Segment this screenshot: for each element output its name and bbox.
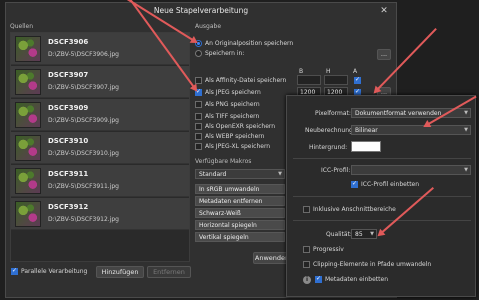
list-item[interactable]: DSCF3910 D:\ZBV-5\DSCF3910.jpg xyxy=(11,132,189,164)
background-label: Hintergrund: xyxy=(309,144,348,151)
icc-embed-checkbox[interactable] xyxy=(351,180,358,188)
radio-original-label: An Originalposition speichern xyxy=(205,40,294,47)
affinity-width-field[interactable] xyxy=(297,75,321,85)
list-item[interactable]: DSCF3907 D:\ZBV-5\DSCF3907.jpg xyxy=(11,66,189,98)
jpeg-settings-panel: Pixelformat: Dokumentformat verwenden ▼ … xyxy=(286,95,476,297)
resample-select[interactable]: Bilinear ▼ xyxy=(351,125,471,135)
format-label-png: Als PNG speichern xyxy=(205,101,260,108)
file-name: DSCF3912 xyxy=(48,203,89,211)
macro-item[interactable]: Vertikal spiegeln xyxy=(195,232,285,242)
thumbnail xyxy=(15,36,41,62)
browse-button[interactable]: ... xyxy=(377,49,391,60)
list-item[interactable]: DSCF3906 D:\ZBV-5\DSCF3906.jpg xyxy=(11,33,189,65)
file-path: D:\ZBV-5\DSCF3911.jpg xyxy=(48,183,119,190)
list-item[interactable]: DSCF3909 D:\ZBV-5\DSCF3909.jpg xyxy=(11,99,189,131)
file-name: DSCF3906 xyxy=(48,38,89,46)
clipping-label: Clipping-Elemente in Pfade umwandeln xyxy=(313,261,432,268)
pixel-format-label: Pixelformat: xyxy=(315,110,351,117)
sources-list[interactable]: DSCF3906 D:\ZBV-5\DSCF3906.jpg DSCF3907 … xyxy=(10,32,190,262)
affinity-height-field[interactable] xyxy=(324,75,348,85)
icc-embed-label: ICC-Profil einbetten xyxy=(361,181,420,188)
chevron-down-icon: ▼ xyxy=(464,110,468,116)
list-item[interactable]: DSCF3912 D:\ZBV-5\DSCF3912.jpg xyxy=(11,198,189,230)
icc-label: ICC-Profil: xyxy=(321,167,351,174)
thumbnail xyxy=(15,135,41,161)
resample-label: Neuberechnung: xyxy=(305,127,355,134)
file-name: DSCF3910 xyxy=(48,137,89,145)
format-checkbox-jpegxl[interactable] xyxy=(195,143,202,150)
info-icon[interactable]: i xyxy=(303,276,311,284)
thumbnail xyxy=(15,102,41,128)
format-checkbox-tiff[interactable] xyxy=(195,113,202,120)
output-label: Ausgabe xyxy=(195,23,222,30)
chevron-down-icon: ▼ xyxy=(464,127,468,133)
file-path: D:\ZBV-5\DSCF3910.jpg xyxy=(48,150,119,157)
format-label-affinity: Als Affinity-Datei speichern xyxy=(205,77,287,84)
parallel-label: Parallele Verarbeitung xyxy=(21,268,88,275)
remove-button[interactable]: Entfernen xyxy=(147,266,191,278)
radio-save-in-label: Speichern in: xyxy=(205,50,245,57)
format-label-jpeg: Als JPEG speichern xyxy=(205,89,261,96)
file-name: DSCF3909 xyxy=(48,104,89,112)
thumbnail xyxy=(15,69,41,95)
divider xyxy=(293,196,471,197)
bleed-label: Inklusive Anschnittbereiche xyxy=(313,206,396,213)
parallel-checkbox[interactable] xyxy=(11,267,18,275)
list-item[interactable]: DSCF3911 D:\ZBV-5\DSCF3911.jpg xyxy=(11,165,189,197)
bleed-checkbox[interactable] xyxy=(303,206,310,213)
macro-item[interactable]: In sRGB umwandeln xyxy=(195,184,285,194)
macro-item[interactable]: Metadaten entfernen xyxy=(195,196,285,206)
progressive-label: Progressiv xyxy=(313,246,344,253)
quality-field[interactable]: 85 ▼ xyxy=(351,229,377,239)
macros-label: Verfügbare Makros xyxy=(195,158,252,165)
progressive-checkbox[interactable] xyxy=(303,246,310,253)
clipping-checkbox[interactable] xyxy=(303,261,310,268)
macro-category-value: Standard xyxy=(199,171,227,178)
quality-label: Qualität: xyxy=(326,231,352,238)
format-label-openexr: Als OpenEXR speichern xyxy=(205,123,276,130)
add-button[interactable]: Hinzufügen xyxy=(96,266,144,278)
file-path: D:\ZBV-5\DSCF3909.jpg xyxy=(48,117,119,124)
divider xyxy=(293,158,471,159)
metadata-checkbox[interactable] xyxy=(315,275,322,283)
chevron-down-icon: ▼ xyxy=(370,231,374,237)
file-path: D:\ZBV-5\DSCF3912.jpg xyxy=(48,216,119,223)
dialog-title: Neue Stapelverarbeitung xyxy=(153,6,249,15)
file-path: D:\ZBV-5\DSCF3907.jpg xyxy=(48,84,119,91)
macro-category-select[interactable]: Standard ▼ xyxy=(195,169,285,179)
quality-value: 85 xyxy=(355,231,363,238)
divider xyxy=(293,220,471,221)
chevron-down-icon: ▼ xyxy=(464,167,468,173)
background-color-swatch[interactable] xyxy=(351,141,381,152)
file-name: DSCF3911 xyxy=(48,170,89,178)
format-checkbox-png[interactable] xyxy=(195,101,202,108)
macro-item[interactable]: Schwarz-Weiß xyxy=(195,208,285,218)
radio-save-in[interactable] xyxy=(195,50,202,57)
col-width-label: B xyxy=(299,68,304,75)
thumbnail xyxy=(15,168,41,194)
format-label-jpegxl: Als JPEG-XL speichern xyxy=(205,143,271,150)
format-label-tiff: Als TIFF speichern xyxy=(205,113,260,120)
format-checkbox-openexr[interactable] xyxy=(195,123,202,130)
pixel-format-value: Dokumentformat verwenden xyxy=(355,110,442,117)
macro-item[interactable]: Horizontal spiegeln xyxy=(195,220,285,230)
close-button[interactable]: ✕ xyxy=(376,3,392,19)
resample-value: Bilinear xyxy=(355,127,378,134)
metadata-label: Metadaten einbetten xyxy=(325,276,388,283)
affinity-aspect-checkbox[interactable] xyxy=(354,76,361,84)
thumbnail xyxy=(15,201,41,227)
file-name: DSCF3907 xyxy=(48,71,89,79)
sources-label: Quellen xyxy=(10,23,34,30)
col-height-label: H xyxy=(326,68,331,75)
col-aspect-label: A xyxy=(353,68,358,75)
format-label-webp: Als WEBP speichern xyxy=(205,133,265,140)
chevron-down-icon: ▼ xyxy=(278,171,282,177)
file-path: D:\ZBV-5\DSCF3906.jpg xyxy=(48,51,119,58)
format-checkbox-webp[interactable] xyxy=(195,133,202,140)
icc-select[interactable]: ▼ xyxy=(351,165,471,175)
